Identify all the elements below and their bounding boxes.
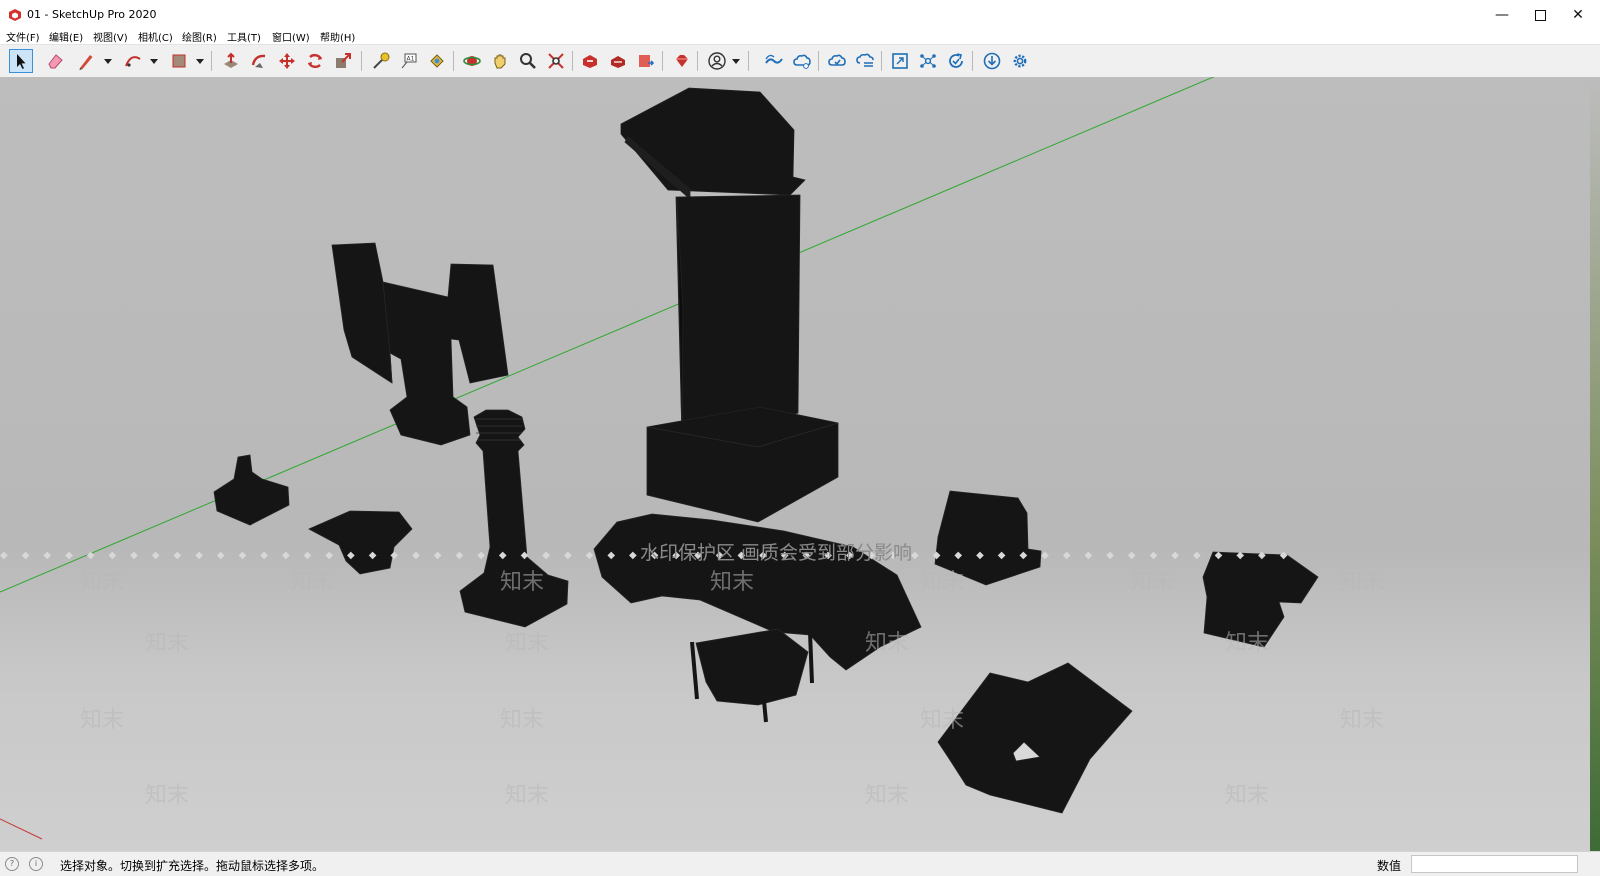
chevron-down-icon[interactable]: [196, 57, 204, 65]
toolbar-separator: [572, 51, 573, 71]
watermark-mark: 知末: [865, 783, 910, 808]
measurement-input[interactable]: [1411, 855, 1578, 873]
ruby-extension-icon[interactable]: [670, 49, 694, 73]
resize-window-icon[interactable]: [888, 49, 912, 73]
window-title: 01 - SketchUp Pro 2020: [27, 8, 157, 21]
text-label-icon[interactable]: A1: [397, 49, 421, 73]
settings-gear-icon[interactable]: [1008, 49, 1032, 73]
green-axis-line: [0, 77, 1215, 593]
watermark-mark: 知末: [505, 631, 550, 656]
watermark-mark: 知末: [920, 570, 965, 595]
watermark-mark: 知末: [710, 570, 755, 595]
desktop-edge-strip: [1590, 77, 1600, 851]
chevron-down-icon[interactable]: [732, 57, 740, 65]
model-viewport[interactable]: ◆◆◆◆◆◆◆◆◆◆◆◆◆◆◆◆◆◆◆◆◆◆◆◆◆◆◆◆◆◆◆◆◆◆◆◆◆◆◆◆…: [0, 77, 1600, 851]
watermark-mark: 知末: [1225, 783, 1270, 808]
zoom-icon[interactable]: [516, 49, 540, 73]
pan-icon[interactable]: [488, 49, 512, 73]
watermark-mark: 知末: [145, 783, 190, 808]
watermark-mark: 知末: [500, 708, 545, 733]
title-bar: 01 - SketchUp Pro 2020 — ✕: [0, 0, 1600, 30]
pencil-line-icon[interactable]: [74, 49, 98, 73]
refresh-check-icon[interactable]: [944, 49, 968, 73]
menu-edit[interactable]: 编辑(E): [49, 29, 83, 44]
menu-camera[interactable]: 相机(C): [138, 29, 173, 44]
sketchup-app-icon: [9, 9, 21, 21]
download-icon[interactable]: [980, 49, 1004, 73]
watermark-mark: 知末: [865, 631, 910, 656]
arc-icon[interactable]: [121, 49, 145, 73]
watermark-mark: 知末: [80, 570, 125, 595]
main-toolbar: A1: [0, 44, 1600, 78]
minimize-icon[interactable]: —: [1483, 0, 1521, 30]
follow-me-icon[interactable]: [247, 49, 271, 73]
toolbar-separator: [748, 51, 749, 71]
rectangle-icon[interactable]: [167, 49, 191, 73]
eraser-icon[interactable]: [43, 49, 67, 73]
menu-bar: 文件(F) 编辑(E) 视图(V) 相机(C) 绘图(R) 工具(T) 窗口(W…: [0, 28, 1600, 44]
watermark-mark: 知末: [1340, 708, 1385, 733]
watermark-mark: 知末: [1340, 570, 1385, 595]
toolbar-separator: [972, 51, 973, 71]
menu-view[interactable]: 视图(V): [93, 29, 128, 44]
watermark-mark: 知末: [1130, 570, 1175, 595]
info-icon[interactable]: i: [29, 857, 43, 871]
rotate-icon[interactable]: [303, 49, 327, 73]
status-message: 选择对象。切换到扩充选择。拖动鼠标选择多项。: [60, 859, 325, 873]
move-icon[interactable]: [275, 49, 299, 73]
tall-column-model: [620, 87, 839, 523]
watermark-mark: 知末: [500, 570, 545, 595]
account-icon[interactable]: [705, 49, 729, 73]
select-arrow-icon[interactable]: [9, 49, 33, 73]
push-pull-icon[interactable]: [219, 49, 243, 73]
toolbar-separator: [881, 51, 882, 71]
finial-model: [213, 454, 290, 526]
menu-tools[interactable]: 工具(T): [227, 29, 261, 44]
close-icon[interactable]: ✕: [1559, 0, 1597, 30]
watermark-mark: 知末: [80, 708, 125, 733]
orbit-icon[interactable]: [460, 49, 484, 73]
watermark-mark: 知末: [1225, 631, 1270, 656]
watermark-mark: 知末: [290, 570, 335, 595]
layout-send-icon[interactable]: [634, 49, 658, 73]
toolbar-separator: [818, 51, 819, 71]
status-bar: ? i 选择对象。切换到扩充选择。拖动鼠标选择多项。 数值: [0, 851, 1600, 876]
menu-help[interactable]: 帮助(H): [320, 29, 355, 44]
svg-text:A1: A1: [407, 56, 415, 63]
chevron-down-icon[interactable]: [150, 57, 158, 65]
cloud-upload-icon[interactable]: [825, 49, 849, 73]
extension-warehouse-icon[interactable]: [606, 49, 630, 73]
red-axis-line: [0, 818, 43, 840]
menu-draw[interactable]: 绘图(R): [182, 29, 217, 44]
geo-location-icon[interactable]: ?: [5, 857, 19, 871]
watermark-mark: 知末: [920, 708, 965, 733]
toolbar-separator: [697, 51, 698, 71]
gable-piece-model: [937, 662, 1133, 814]
maximize-icon[interactable]: [1521, 0, 1559, 30]
toolbar-separator: [453, 51, 454, 71]
model-scene: [0, 77, 1319, 840]
warehouse-icon[interactable]: [578, 49, 602, 73]
cloud-list-icon[interactable]: [853, 49, 877, 73]
chevron-down-icon[interactable]: [104, 57, 112, 65]
cloud-sync-icon[interactable]: [790, 49, 814, 73]
watermark-mark: 知末: [505, 783, 550, 808]
paint-bucket-icon[interactable]: [425, 49, 449, 73]
toolbar-separator: [211, 51, 212, 71]
measurement-label: 数值: [1377, 859, 1402, 873]
zoom-extents-icon[interactable]: [544, 49, 568, 73]
scale-icon[interactable]: [331, 49, 355, 73]
watermark-text: 水印保护区 画质会受到部分影响: [640, 542, 913, 564]
trimble-connect-icon[interactable]: [762, 49, 786, 73]
watermark-mark: 知末: [145, 631, 190, 656]
toolbar-separator: [361, 51, 362, 71]
menu-window[interactable]: 窗口(W): [272, 29, 310, 44]
menu-file[interactable]: 文件(F): [6, 29, 40, 44]
toolbar-separator: [662, 51, 663, 71]
tape-measure-icon[interactable]: [369, 49, 393, 73]
network-icon[interactable]: [916, 49, 940, 73]
